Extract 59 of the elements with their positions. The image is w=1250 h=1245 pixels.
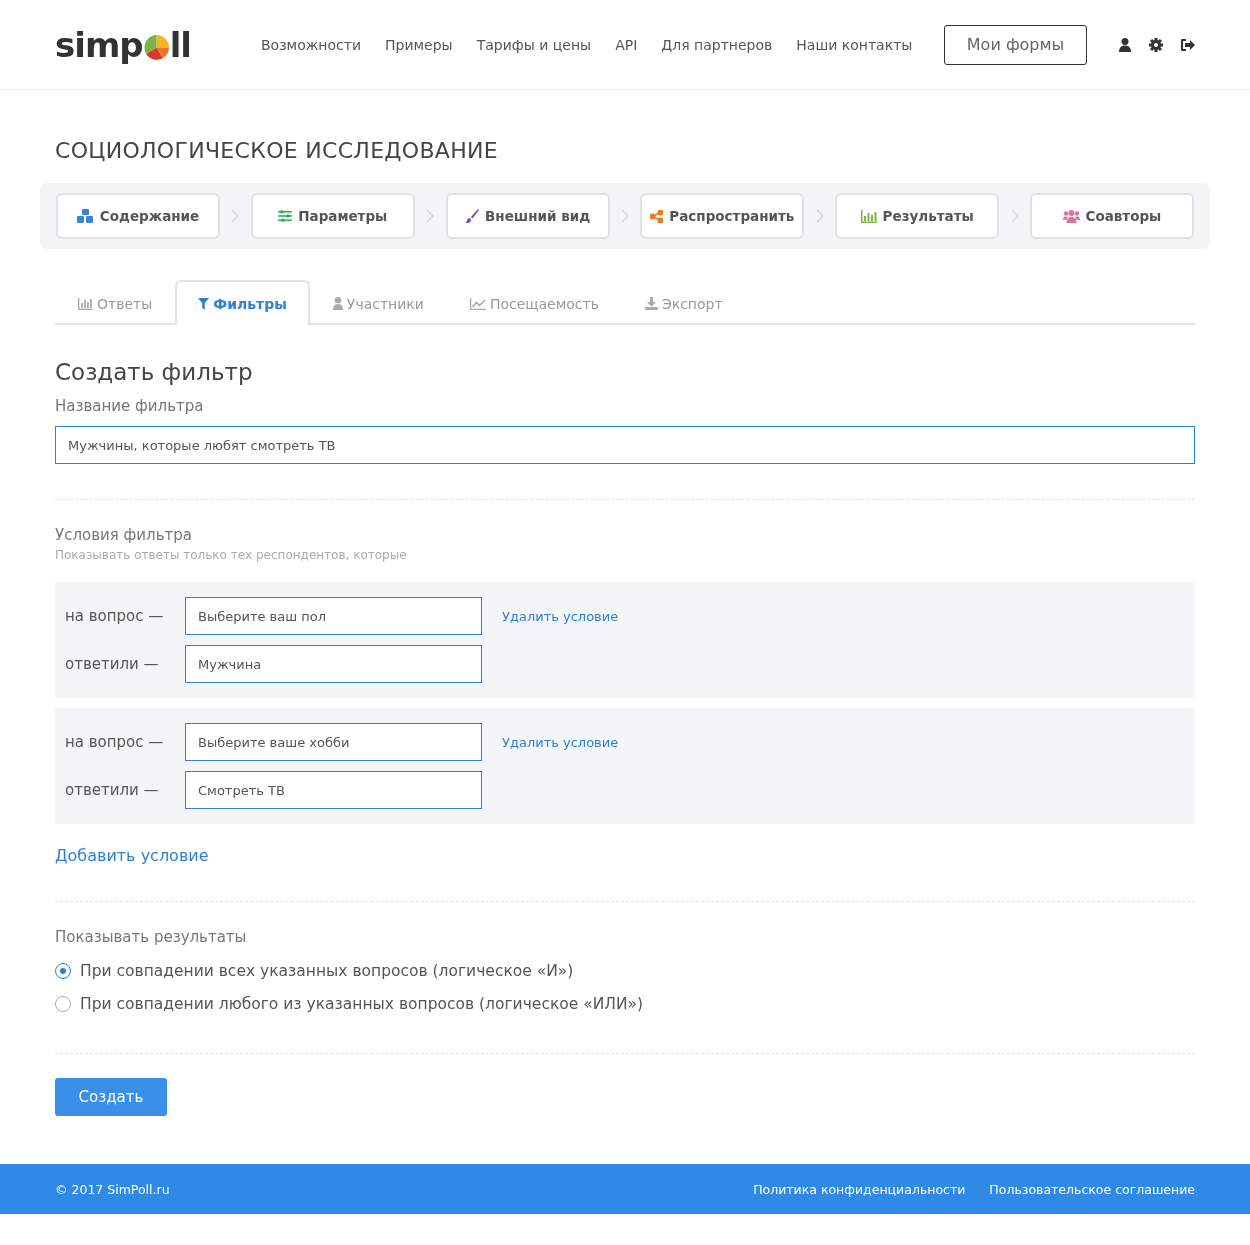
answer-field[interactable]: Мужчина: [185, 645, 482, 683]
users-icon: [1062, 209, 1080, 223]
section-label: Показывать результаты: [55, 928, 248, 946]
footer-link[interactable]: Пользовательское соглашение: [989, 1181, 1195, 1197]
copyright-text: © 2017 SimPoll.ru: [55, 1181, 170, 1197]
sliders-icon: [278, 210, 293, 222]
question-field[interactable]: Выберите ваш пол: [185, 597, 482, 635]
chevron-icon: [1010, 209, 1019, 223]
question-field[interactable]: Выберите ваше хобби: [185, 723, 482, 761]
logo-text: simp: [55, 24, 143, 65]
bar-chart-icon: [78, 297, 93, 310]
step-button[interactable]: Внешний вид: [445, 193, 610, 239]
step-button[interactable]: Результаты: [835, 193, 1000, 239]
user-icon: [332, 297, 343, 310]
logout-icon[interactable]: [1181, 38, 1195, 51]
user-icon[interactable]: [1119, 37, 1131, 52]
nav-link[interactable]: Для партнеров: [661, 36, 773, 53]
page-title: СОЦИОЛОГИЧЕСКОЕ ИССЛЕДОВАНИЕ: [55, 138, 499, 163]
cubes-icon: [76, 208, 94, 224]
nav-link[interactable]: Тарифы и цены: [476, 36, 592, 53]
download-icon: [644, 297, 658, 310]
delete-condition-link[interactable]: Удалить условие: [502, 608, 1185, 624]
filter-icon: [198, 297, 210, 310]
line-chart-icon: [469, 297, 486, 310]
nav-link[interactable]: Возможности: [261, 36, 361, 53]
chevron-icon: [426, 209, 435, 223]
step-button[interactable]: Содержание: [56, 193, 220, 239]
field-label: Название фильтра: [55, 397, 205, 415]
field-label: на вопрос —: [65, 607, 165, 625]
share-icon: [650, 209, 664, 223]
form-heading: Создать фильтр: [55, 359, 254, 385]
delete-condition-link[interactable]: Удалить условие: [502, 734, 1185, 750]
logo-text: ll: [169, 24, 191, 65]
section-label: Условия фильтра: [55, 526, 193, 544]
hint-text: Показывать ответы только тех респондентов, которые: [55, 548, 408, 562]
settings-icon[interactable]: [1149, 37, 1163, 52]
step-button[interactable]: Распространить: [640, 193, 805, 239]
step-button[interactable]: Параметры: [250, 193, 415, 239]
field-label: на вопрос —: [65, 733, 165, 751]
nav-link[interactable]: Примеры: [385, 36, 453, 53]
chevron-icon: [231, 209, 240, 223]
brush-icon: [465, 209, 480, 223]
step-button[interactable]: Соавторы: [1029, 193, 1194, 239]
field-label: ответили —: [65, 655, 160, 673]
answer-field[interactable]: Смотреть ТВ: [185, 771, 482, 809]
radio-label[interactable]: При совпадении всех указанных вопросов (логическое «И»): [80, 962, 574, 980]
field-label: ответили —: [65, 781, 160, 799]
radio-label[interactable]: При совпадении любого из указанных вопросов (логическое «ИЛИ»): [80, 995, 644, 1013]
footer-link[interactable]: Политика конфиденциальности: [753, 1181, 966, 1197]
my-forms-button[interactable]: Мои формы: [944, 24, 1087, 65]
tab[interactable]: Фильтры: [175, 280, 310, 325]
chevron-icon: [815, 209, 824, 223]
nav-link[interactable]: Наши контакты: [796, 36, 913, 53]
chevron-icon: [620, 209, 629, 223]
pie-chart-logo-icon: [143, 35, 169, 60]
bar-chart-icon: [860, 209, 877, 223]
nav-link[interactable]: API: [615, 36, 638, 53]
filter-name-field[interactable]: Мужчины, которые любят смотреть ТВ: [55, 426, 1195, 464]
add-condition-link[interactable]: Добавить условие: [55, 846, 209, 865]
